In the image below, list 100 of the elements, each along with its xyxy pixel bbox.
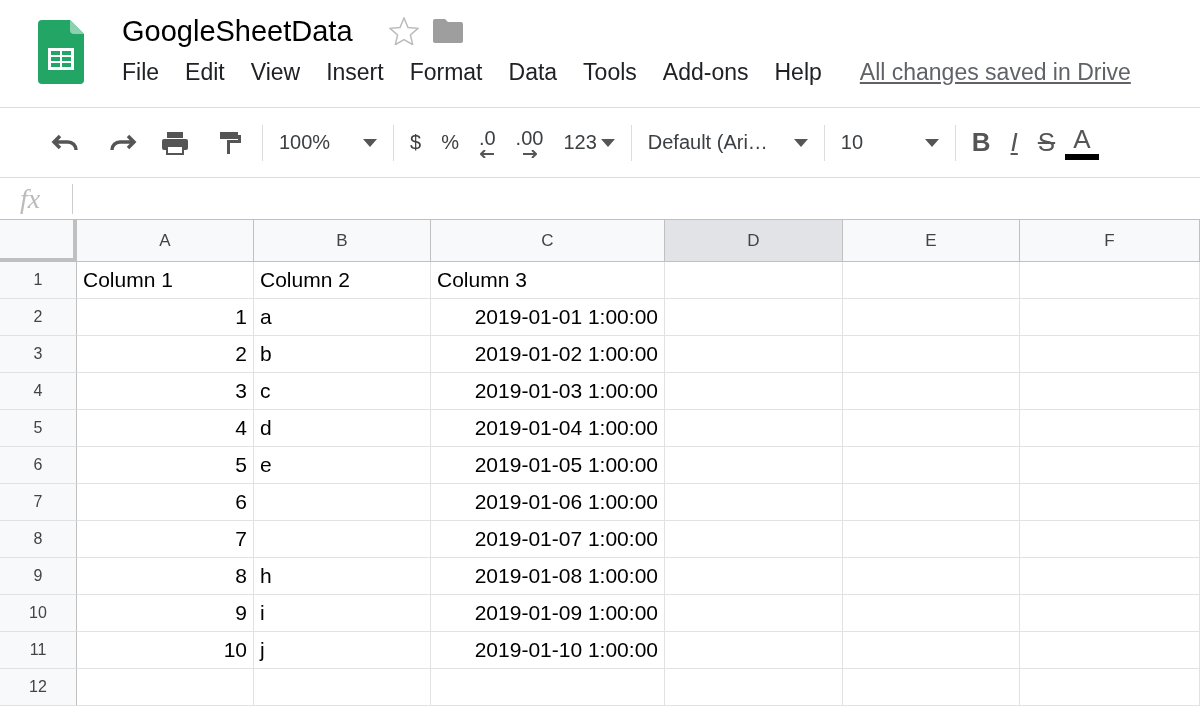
table-cell[interactable]: [843, 632, 1020, 669]
table-cell[interactable]: [1020, 632, 1200, 669]
table-cell[interactable]: [665, 262, 843, 299]
table-cell[interactable]: [1020, 558, 1200, 595]
column-header[interactable]: A: [77, 220, 254, 262]
table-cell[interactable]: 2019-01-06 1:00:00: [431, 484, 665, 521]
row-header[interactable]: 12: [0, 669, 77, 706]
table-cell[interactable]: [254, 484, 431, 521]
table-cell[interactable]: 4: [77, 410, 254, 447]
table-cell[interactable]: [843, 447, 1020, 484]
column-header[interactable]: F: [1020, 220, 1200, 262]
column-header[interactable]: B: [254, 220, 431, 262]
table-cell[interactable]: 8: [77, 558, 254, 595]
table-cell[interactable]: i: [254, 595, 431, 632]
column-header[interactable]: D: [665, 220, 843, 262]
table-cell[interactable]: [1020, 484, 1200, 521]
table-cell[interactable]: a: [254, 299, 431, 336]
table-cell[interactable]: [843, 595, 1020, 632]
row-header[interactable]: 5: [0, 410, 77, 447]
strikethrough-button[interactable]: S: [1027, 122, 1066, 163]
menu-item[interactable]: Data: [508, 58, 558, 86]
table-cell[interactable]: [843, 373, 1020, 410]
table-cell[interactable]: [665, 484, 843, 521]
row-header[interactable]: 9: [0, 558, 77, 595]
currency-button[interactable]: $: [400, 122, 432, 163]
table-cell[interactable]: [1020, 373, 1200, 410]
font-dropdown[interactable]: Default (Ari…: [637, 122, 818, 163]
table-cell[interactable]: j: [254, 632, 431, 669]
table-cell[interactable]: 7: [77, 521, 254, 558]
table-cell[interactable]: Column 2: [254, 262, 431, 299]
table-cell[interactable]: [665, 632, 843, 669]
row-header[interactable]: 11: [0, 632, 77, 669]
percent-button[interactable]: %: [431, 122, 469, 163]
table-cell[interactable]: c: [254, 373, 431, 410]
table-cell[interactable]: 9: [77, 595, 254, 632]
table-cell[interactable]: [1020, 447, 1200, 484]
table-cell[interactable]: Column 3: [431, 262, 665, 299]
text-color-button[interactable]: A: [1065, 125, 1099, 160]
table-cell[interactable]: [1020, 669, 1200, 706]
table-cell[interactable]: [254, 669, 431, 706]
table-cell[interactable]: 2019-01-10 1:00:00: [431, 632, 665, 669]
column-header[interactable]: C: [431, 220, 665, 262]
column-header[interactable]: E: [843, 220, 1020, 262]
table-cell[interactable]: d: [254, 410, 431, 447]
row-header[interactable]: 2: [0, 299, 77, 336]
table-cell[interactable]: 2019-01-01 1:00:00: [431, 299, 665, 336]
table-cell[interactable]: b: [254, 336, 431, 373]
menu-item[interactable]: Insert: [326, 58, 384, 86]
table-cell[interactable]: [843, 410, 1020, 447]
table-cell[interactable]: e: [254, 447, 431, 484]
decrease-decimals-button[interactable]: .0: [468, 122, 506, 163]
table-cell[interactable]: 2019-01-09 1:00:00: [431, 595, 665, 632]
table-cell[interactable]: [665, 669, 843, 706]
zoom-dropdown[interactable]: 100%: [269, 122, 387, 163]
table-cell[interactable]: [665, 595, 843, 632]
menu-item[interactable]: Add-ons: [662, 58, 749, 86]
select-all-corner[interactable]: [0, 220, 77, 262]
table-cell[interactable]: [665, 447, 843, 484]
row-header[interactable]: 7: [0, 484, 77, 521]
table-cell[interactable]: 5: [77, 447, 254, 484]
menu-item[interactable]: File: [122, 58, 160, 86]
spreadsheet-logo[interactable]: [38, 20, 84, 84]
row-header[interactable]: 1: [0, 262, 77, 299]
row-header[interactable]: 6: [0, 447, 77, 484]
menu-item[interactable]: Format: [409, 58, 483, 86]
row-header[interactable]: 3: [0, 336, 77, 373]
table-cell[interactable]: [665, 373, 843, 410]
table-cell[interactable]: 2019-01-03 1:00:00: [431, 373, 665, 410]
save-status-link[interactable]: All changes saved in Drive: [859, 58, 1131, 86]
table-cell[interactable]: [77, 669, 254, 706]
increase-decimals-button[interactable]: .00: [505, 122, 554, 163]
table-cell[interactable]: [843, 521, 1020, 558]
font-size-dropdown[interactable]: 10: [830, 122, 949, 163]
table-cell[interactable]: 2: [77, 336, 254, 373]
star-icon[interactable]: [388, 17, 419, 45]
table-cell[interactable]: [843, 669, 1020, 706]
row-header[interactable]: 4: [0, 373, 77, 410]
table-cell[interactable]: [1020, 336, 1200, 373]
table-cell[interactable]: [843, 558, 1020, 595]
table-cell[interactable]: [665, 558, 843, 595]
menu-item[interactable]: View: [250, 58, 301, 86]
table-cell[interactable]: [1020, 299, 1200, 336]
table-cell[interactable]: [1020, 410, 1200, 447]
table-cell[interactable]: 3: [77, 373, 254, 410]
table-cell[interactable]: 2019-01-02 1:00:00: [431, 336, 665, 373]
row-header[interactable]: 10: [0, 595, 77, 632]
menu-item[interactable]: Edit: [185, 58, 225, 86]
menu-item[interactable]: Help: [774, 58, 822, 86]
table-cell[interactable]: h: [254, 558, 431, 595]
table-cell[interactable]: 2019-01-07 1:00:00: [431, 521, 665, 558]
document-title[interactable]: GoogleSheetData: [122, 14, 353, 48]
table-cell[interactable]: [431, 669, 665, 706]
table-cell[interactable]: 2019-01-04 1:00:00: [431, 410, 665, 447]
table-cell[interactable]: Column 1: [77, 262, 254, 299]
menu-item[interactable]: Tools: [583, 58, 637, 86]
table-cell[interactable]: 2019-01-08 1:00:00: [431, 558, 665, 595]
number-format-dropdown[interactable]: 123: [553, 122, 625, 163]
bold-button[interactable]: B: [961, 122, 1001, 163]
table-cell[interactable]: [843, 484, 1020, 521]
table-cell[interactable]: [1020, 521, 1200, 558]
